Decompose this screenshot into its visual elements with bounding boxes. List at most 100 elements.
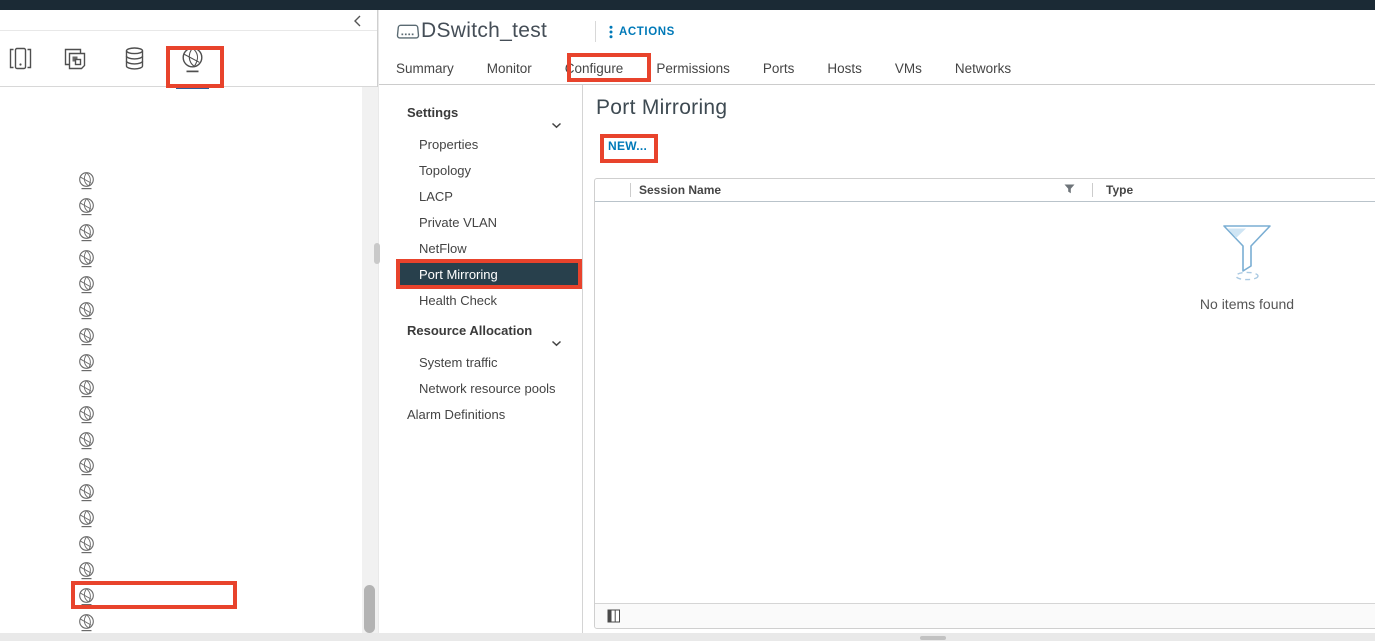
network-globe-icon (78, 171, 95, 190)
object-tabs: Summary Monitor Configure Permissions Po… (379, 52, 1375, 85)
network-globe-icon (78, 379, 95, 398)
tree-item-network[interactable] (78, 587, 95, 606)
network-globe-icon (78, 223, 95, 242)
nav-item-network-resource-pools[interactable]: Network resource pools (379, 376, 582, 402)
column-header-session-name[interactable]: Session Name (631, 179, 1092, 201)
kebab-menu-icon (609, 25, 613, 39)
tree-item-network[interactable] (78, 431, 95, 450)
tab-monitor[interactable]: Monitor (487, 61, 532, 76)
active-toolbar-tab-underline (176, 85, 209, 89)
network-globe-icon (78, 509, 95, 528)
nav-item-topology[interactable]: Topology (379, 158, 582, 184)
tree-item-network[interactable] (78, 509, 95, 528)
tree-item-network[interactable] (78, 405, 95, 424)
navigator-panel: DSwitch_test (0, 10, 378, 633)
panel-resize-handle[interactable] (374, 243, 380, 264)
tree-item-network[interactable] (78, 301, 95, 320)
grid-body: No items found (595, 203, 1375, 602)
column-selector-icon[interactable] (607, 609, 621, 623)
nav-section-label: Resource Allocation (407, 323, 532, 338)
distributed-switch-icon (396, 24, 420, 45)
new-session-button[interactable]: NEW... (608, 139, 647, 153)
navigator-icon-toolbar (0, 31, 377, 87)
main-panel: DSwitch_test ACTIONS Summary Monitor Con… (379, 10, 1375, 633)
horizontal-scrollbar-thumb[interactable] (920, 636, 946, 640)
tab-summary[interactable]: Summary (396, 61, 454, 76)
filter-icon[interactable] (1064, 183, 1075, 197)
networking-icon[interactable] (180, 46, 206, 73)
tree-item-network[interactable] (78, 561, 95, 580)
tab-permissions[interactable]: Permissions (656, 61, 730, 76)
tree-item-network[interactable] (78, 171, 95, 190)
nav-item-private-vlan[interactable]: Private VLAN (379, 210, 582, 236)
nav-section-label: Settings (407, 105, 458, 120)
grid-header-row: Session Name Type (595, 179, 1375, 202)
section-title: Port Mirroring (596, 96, 727, 120)
nav-item-health-check[interactable]: Health Check (379, 288, 582, 314)
nav-section-resource-allocation[interactable]: Resource Allocation (379, 316, 582, 346)
tree-item-network[interactable] (78, 249, 95, 268)
network-globe-icon (78, 353, 95, 372)
hosts-and-clusters-icon[interactable] (8, 46, 34, 73)
tree-item-network[interactable] (78, 223, 95, 242)
tree-item-network[interactable] (78, 197, 95, 216)
network-globe-icon (78, 275, 95, 294)
network-globe-icon (78, 613, 95, 632)
nav-item-alarm-definitions[interactable]: Alarm Definitions (379, 402, 582, 428)
network-globe-icon (78, 301, 95, 320)
filter-funnel-icon (1221, 219, 1273, 281)
network-globe-icon (78, 249, 95, 268)
tree-item-network[interactable] (78, 535, 95, 554)
tab-vms[interactable]: VMs (895, 61, 922, 76)
header-divider (595, 21, 596, 42)
tab-hosts[interactable]: Hosts (827, 61, 862, 76)
network-globe-icon (78, 197, 95, 216)
tree-item-network[interactable] (78, 483, 95, 502)
nav-item-netflow[interactable]: NetFlow (379, 236, 582, 262)
column-header-label: Session Name (639, 183, 721, 197)
page-title: DSwitch_test (421, 19, 547, 43)
network-globe-icon (78, 405, 95, 424)
tree-item-network[interactable] (78, 353, 95, 372)
network-globe-icon (78, 561, 95, 580)
inventory-tree: DSwitch_test (0, 87, 362, 633)
tab-networks[interactable]: Networks (955, 61, 1011, 76)
navigator-collapse-row (0, 10, 377, 31)
tab-ports[interactable]: Ports (763, 61, 795, 76)
network-globe-icon (78, 457, 95, 476)
chevron-left-icon (351, 14, 365, 28)
nav-item-port-mirroring[interactable]: Port Mirroring (400, 263, 578, 287)
network-globe-icon (78, 587, 95, 606)
tree-scrollbar-track[interactable] (362, 87, 378, 633)
page-bottom-strip (0, 633, 1375, 641)
port-mirroring-view: Port Mirroring NEW... Session Name Type (584, 85, 1375, 633)
network-globe-icon (78, 535, 95, 554)
actions-button[interactable]: ACTIONS (609, 25, 675, 39)
sessions-grid: Session Name Type (594, 178, 1375, 629)
tree-item-network[interactable] (78, 379, 95, 398)
network-globe-icon (78, 327, 95, 346)
tab-configure[interactable]: Configure (565, 61, 624, 76)
grid-footer (595, 603, 1375, 628)
chevron-down-icon (551, 328, 562, 358)
actions-button-label: ACTIONS (619, 26, 675, 38)
tree-item-network[interactable] (78, 327, 95, 346)
tree-item-network[interactable] (78, 275, 95, 294)
tree-item-network[interactable] (78, 613, 95, 632)
nav-item-lacp[interactable]: LACP (379, 184, 582, 210)
chevron-down-icon (551, 110, 562, 140)
nav-section-settings[interactable]: Settings (379, 98, 582, 128)
collapse-panel-button[interactable] (351, 14, 365, 28)
empty-state: No items found (1167, 219, 1327, 312)
configure-body: Settings Properties Topology LACP Privat… (379, 85, 1375, 633)
storage-icon[interactable] (122, 46, 148, 73)
tree-item-network[interactable] (78, 457, 95, 476)
browser-top-bar (0, 0, 1375, 10)
column-header-type[interactable]: Type (1093, 179, 1375, 201)
vms-and-templates-icon[interactable] (62, 46, 88, 73)
network-globe-icon (78, 431, 95, 450)
column-header-label: Type (1106, 183, 1133, 197)
tree-scrollbar-thumb[interactable] (364, 585, 375, 633)
column-header-spacer (595, 179, 630, 201)
empty-state-text: No items found (1167, 296, 1327, 312)
